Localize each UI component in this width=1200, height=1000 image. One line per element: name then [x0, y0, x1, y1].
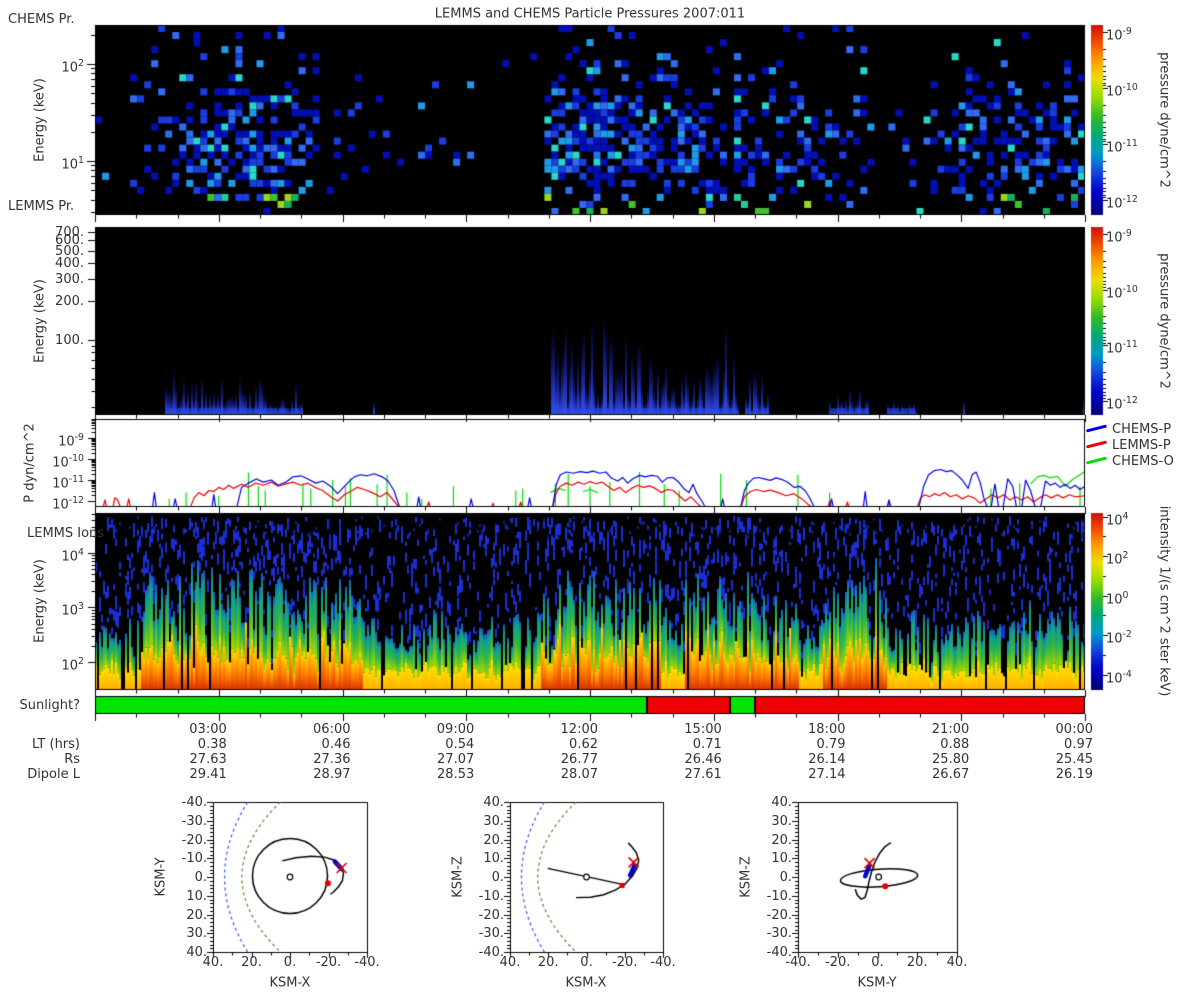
- plots-canvas: [0, 0, 1200, 1000]
